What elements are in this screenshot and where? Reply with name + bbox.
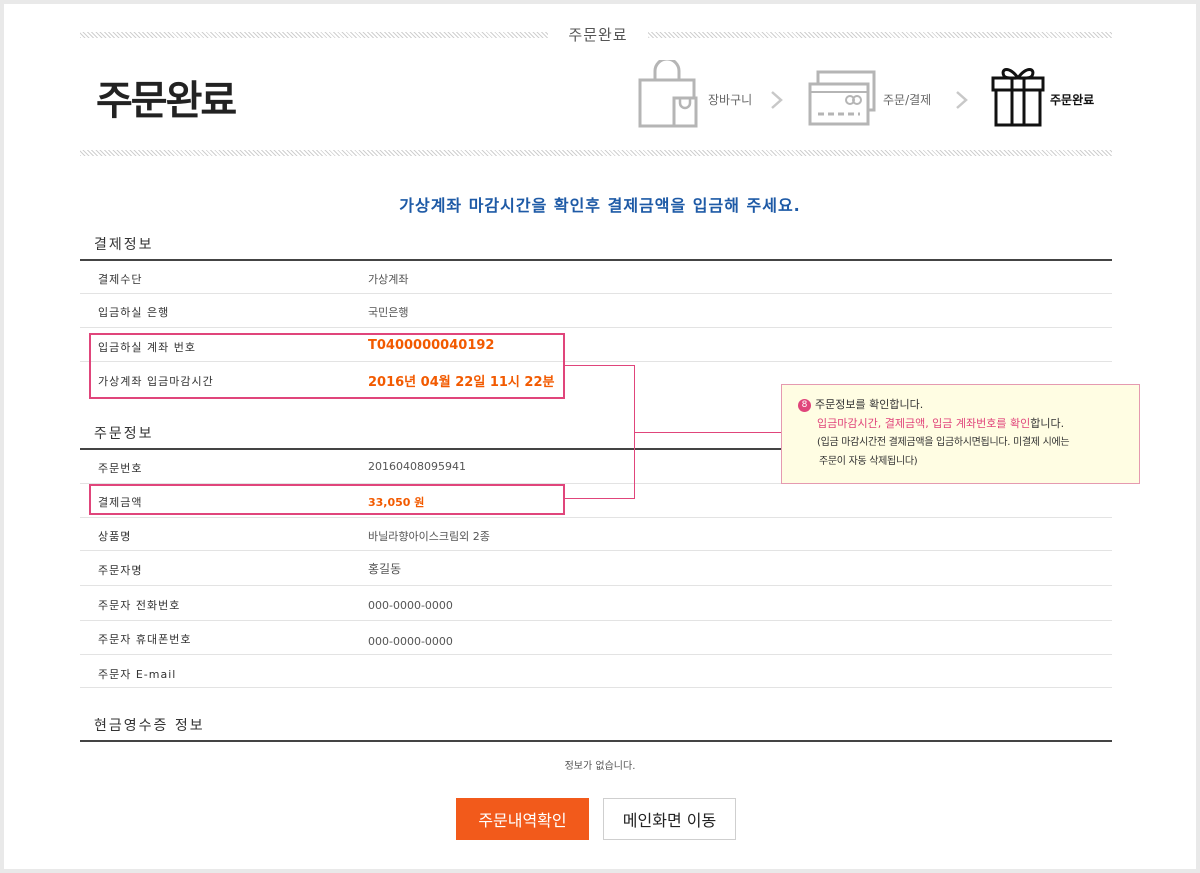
header-bottom-pattern [80,150,1112,156]
notice-message: 가상계좌 마감시간을 확인후 결제금액을 입금해 주세요. [399,196,801,215]
callout-connector [565,365,635,499]
callout-connector-line [635,432,782,433]
row-label: 주문자 휴대폰번호 [98,633,192,646]
table-row: 결제수단 가상계좌 [80,261,1112,294]
step-cart: 장바구니 [638,60,768,130]
gift-icon [991,68,1045,127]
table-row: 주문자 휴대폰번호 000-0000-0000 [80,621,1112,655]
row-value: 000-0000-0000 [368,599,453,612]
step-label-order-complete: 주문완료 [1050,93,1095,107]
table-row: 상품명 바닐라향아이스크림외 2종 [80,518,1112,551]
row-value: 바닐라향아이스크림외 2종 [368,530,490,543]
shopping-bag-icon [638,60,698,128]
guide-tooltip: 8 주문정보를 확인합니다. 입금마감시간, 결제금액, 입금 계좌번호를 확인합… [781,384,1140,484]
step-order-payment: 주문/결제 [808,70,943,130]
page-title: 주문완료 [96,78,237,124]
section-rule-cash-receipt [80,740,1112,742]
row-label: 입금하실 은행 [98,306,170,319]
chevron-right-icon [771,91,783,109]
empty-message: 정보가 없습니다. [564,761,636,772]
highlight-box-account [89,333,565,399]
section-title-payment: 결제정보 [94,237,154,253]
order-history-button[interactable]: 주문내역확인 [456,798,589,840]
tooltip-line-2: 입금마감시간, 결제금액, 입금 계좌번호를 확인합니다. [798,414,1125,433]
tooltip-line-1: 8 주문정보를 확인합니다. [798,395,1125,414]
row-value: 가상계좌 [368,273,409,286]
table-row: 주문자 E-mail [80,655,1112,688]
row-label: 주문번호 [98,462,143,475]
tooltip-highlight-text: 입금마감시간, 결제금액, 입금 계좌번호를 확인 [817,417,1031,430]
table-row: 주문자명 홍길동 [80,551,1112,586]
row-label: 주문자명 [98,564,143,577]
highlight-box-amount [89,484,565,515]
tooltip-text: 주문정보를 확인합니다. [815,398,924,411]
step-number-badge: 8 [798,399,811,412]
table-row: 주문자 전화번호 000-0000-0000 [80,586,1112,621]
section-title-cash-receipt: 현금영수증 정보 [94,718,205,734]
go-main-button[interactable]: 메인화면 이동 [603,798,736,840]
row-label: 주문자 E-mail [98,668,177,681]
row-label: 상품명 [98,530,132,543]
tooltip-text: 합니다. [1030,417,1065,430]
step-label-order-payment: 주문/결제 [883,93,932,107]
section-title-order: 주문정보 [94,426,154,442]
step-order-complete: 주문완료 [990,64,1100,130]
chevron-right-icon [956,91,968,109]
tooltip-line-3: (입금 마감시간전 결제금액을 입금하시면됩니다. 미결제 시에는 [817,437,1070,448]
table-row: 입금하실 은행 국민은행 [80,294,1112,328]
row-value: 국민은행 [368,306,409,319]
row-value: 홍길동 [368,562,402,576]
credit-card-icon [808,70,876,126]
row-value: 20160408095941 [368,460,466,473]
tooltip-line-4: 주문이 자동 삭제됩니다) [819,456,918,467]
row-value: 000-0000-0000 [368,635,453,648]
section-caption: 주문완료 [548,24,648,45]
step-label-cart: 장바구니 [708,93,753,107]
row-label: 주문자 전화번호 [98,599,181,612]
row-label: 결제수단 [98,273,143,286]
